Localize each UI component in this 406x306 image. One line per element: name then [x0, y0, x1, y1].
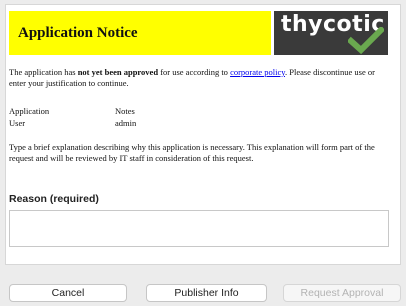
intro-text: The application has not yet been approve… — [9, 67, 389, 89]
info-table: Application Notes User admin — [9, 105, 136, 129]
user-label: User — [9, 118, 26, 128]
notice-title: Application Notice — [18, 25, 138, 41]
intro-middle: for use according to — [158, 67, 231, 77]
notice-banner: Application Notice — [9, 11, 271, 55]
request-approval-button[interactable]: Request Approval — [283, 284, 401, 302]
info-row-application: Application Notes — [9, 105, 136, 117]
intro-before: The application has — [9, 67, 78, 77]
cancel-button[interactable]: Cancel — [9, 284, 127, 302]
application-label: Application — [9, 106, 50, 116]
publisher-info-button[interactable]: Publisher Info — [146, 284, 267, 302]
explanation-text: Type a brief explanation describing why … — [9, 142, 375, 163]
reason-input[interactable] — [9, 210, 389, 247]
user-value: admin — [115, 118, 137, 128]
application-notice-dialog: Application Notice thycotic The applicat… — [0, 0, 406, 306]
corporate-policy-link[interactable]: corporate policy — [230, 67, 285, 77]
reason-label: Reason (required) — [9, 193, 99, 205]
info-row-user: User admin — [9, 117, 136, 129]
thycotic-logo: thycotic — [274, 11, 388, 55]
intro-bold: not yet been approved — [77, 67, 159, 77]
application-value: Notes — [115, 106, 135, 116]
checkmark-icon — [348, 27, 384, 55]
